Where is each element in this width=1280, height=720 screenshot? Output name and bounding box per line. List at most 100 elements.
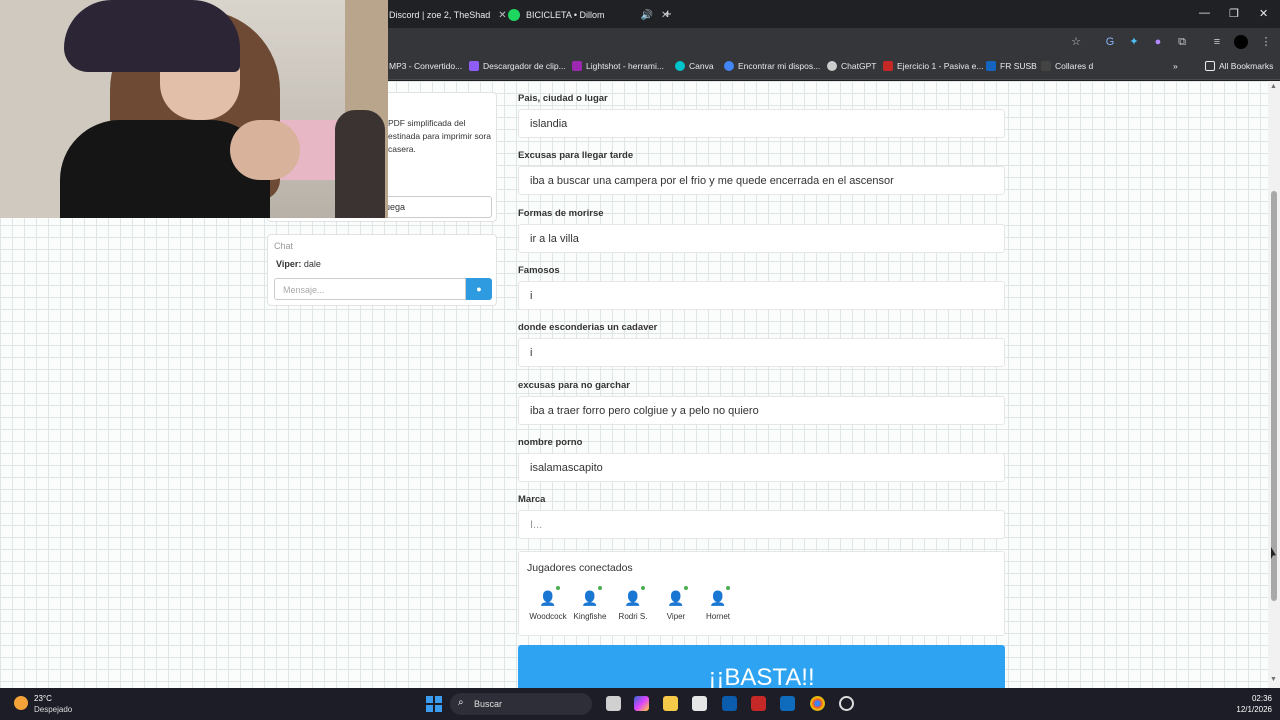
dell-icon[interactable] bbox=[722, 696, 737, 711]
bookmark-icon bbox=[469, 61, 479, 71]
basta-button[interactable]: ¡¡BASTA!! bbox=[518, 645, 1005, 688]
chat-input[interactable]: Mensaje... bbox=[274, 278, 466, 300]
search-label: Buscar bbox=[474, 699, 503, 709]
user-icon: 👤 bbox=[538, 586, 560, 608]
weather-icon[interactable] bbox=[14, 696, 28, 710]
store-icon[interactable] bbox=[692, 696, 707, 711]
close-icon[interactable]: ✕ bbox=[498, 10, 506, 21]
spotify-icon bbox=[508, 9, 520, 21]
online-indicator bbox=[556, 586, 560, 590]
user-icon: 👤 bbox=[666, 586, 688, 608]
user-icon: 👤 bbox=[708, 586, 730, 608]
player: 👤 Woodcock bbox=[526, 586, 570, 621]
bookmark-item[interactable]: Ejercicio 1 - Pasiva e... bbox=[883, 61, 983, 71]
bookmark-item[interactable]: ChatGPT bbox=[827, 61, 876, 71]
translate-icon[interactable]: G bbox=[1103, 35, 1117, 49]
bookmark-item[interactable]: Encontrar mi dispos... bbox=[724, 61, 820, 71]
bookmarks-overflow-icon[interactable]: » bbox=[1173, 61, 1178, 71]
field-input[interactable]: i bbox=[518, 338, 1005, 367]
chat-panel: Chat Viper: dale Mensaje... ● bbox=[267, 234, 497, 306]
field-input[interactable]: i bbox=[518, 281, 1005, 310]
player-name: Kingfishe bbox=[573, 612, 607, 621]
scroll-down-icon[interactable]: ▼ bbox=[1270, 676, 1277, 683]
extension-icon[interactable]: ✦ bbox=[1127, 35, 1141, 49]
bookmark-icon bbox=[883, 61, 893, 71]
file-explorer-icon[interactable] bbox=[663, 696, 678, 711]
player-name: Viper bbox=[666, 612, 686, 621]
task-view-icon[interactable] bbox=[606, 696, 621, 711]
scroll-thumb[interactable] bbox=[1271, 191, 1277, 601]
send-button[interactable]: ● bbox=[466, 278, 492, 300]
field-label: Formas de morirse bbox=[518, 208, 604, 219]
windows-start-icon[interactable] bbox=[426, 696, 442, 712]
field-input[interactable]: iba a traer forro pero colgiue y a pelo … bbox=[518, 396, 1005, 425]
chat-bubble-icon: ● bbox=[476, 284, 482, 294]
bookmark-item[interactable]: Collares d bbox=[1041, 61, 1093, 71]
player: 👤 Rodri S. bbox=[611, 586, 655, 621]
settings-icon[interactable] bbox=[839, 696, 854, 711]
page-scrollbar[interactable]: ▲ ▼ bbox=[1268, 81, 1280, 688]
bookmark-item[interactable]: Lightshot - herrami... bbox=[572, 61, 664, 71]
bookmark-label: FR SUSB bbox=[1000, 61, 1037, 71]
star-icon[interactable]: ☆ bbox=[1069, 35, 1083, 49]
webcam-cap bbox=[64, 0, 240, 72]
bookmark-label: Encontrar mi dispos... bbox=[738, 61, 821, 71]
tab-label: Discord | zoe 2, TheShad bbox=[389, 10, 491, 20]
mcafee-icon[interactable] bbox=[751, 696, 766, 711]
speaker-icon[interactable]: 🔊 bbox=[641, 10, 653, 21]
bookmark-item[interactable]: Canva bbox=[675, 61, 714, 71]
scroll-up-icon[interactable]: ▲ bbox=[1270, 83, 1277, 90]
weather-temperature: 23°C bbox=[34, 694, 52, 703]
all-bookmarks-button[interactable]: All Bookmarks bbox=[1205, 61, 1273, 71]
bookmark-label: Collares d bbox=[1055, 61, 1094, 71]
field-label: Famosos bbox=[518, 265, 560, 276]
bookmark-item[interactable]: FR SUSB bbox=[986, 61, 1037, 71]
outlook-icon[interactable] bbox=[780, 696, 795, 711]
field-input[interactable]: I... bbox=[518, 510, 1005, 539]
clock-date: 12/1/2026 bbox=[1236, 705, 1272, 714]
join-input[interactable]: juega bbox=[378, 196, 492, 218]
player-name: Woodcock bbox=[529, 612, 567, 621]
chat-text: dale bbox=[303, 259, 321, 269]
players-title: Jugadores conectados bbox=[527, 562, 633, 574]
field-label: donde esconderias un cadaver bbox=[518, 322, 658, 333]
bookmark-icon bbox=[724, 61, 734, 71]
taskbar-search[interactable]: ⌕ Buscar bbox=[450, 693, 592, 715]
bookmark-label: Ejercicio 1 - Pasiva e... bbox=[897, 61, 984, 71]
field-input[interactable]: isalamascapito bbox=[518, 453, 1005, 482]
field-input[interactable]: iba a buscar una campera por el frio y m… bbox=[518, 166, 1005, 195]
game-description: PDF simplificada del estinada para impri… bbox=[388, 118, 491, 154]
bookmark-item[interactable]: MP3 - Convertido... bbox=[389, 61, 462, 71]
online-indicator bbox=[598, 586, 602, 590]
bookmark-label: Descargador de clip... bbox=[483, 61, 566, 71]
online-indicator bbox=[726, 586, 730, 590]
chat-message: Viper: dale bbox=[276, 259, 321, 269]
close-window-icon[interactable]: ✕ bbox=[1259, 7, 1268, 20]
folder-icon bbox=[1205, 61, 1215, 71]
minimize-icon[interactable]: — bbox=[1199, 7, 1210, 19]
field-label: Marca bbox=[518, 494, 546, 505]
bookmark-icon bbox=[827, 61, 837, 71]
tab-label: BICICLETA • Dillom bbox=[526, 10, 605, 20]
tab-bicicleta[interactable]: BICICLETA • Dillom 🔊 ✕ bbox=[508, 4, 669, 26]
puzzle-icon[interactable]: ⧉ bbox=[1175, 35, 1189, 49]
online-indicator bbox=[641, 586, 645, 590]
user-icon: 👤 bbox=[580, 586, 602, 608]
extension-icon[interactable]: ● bbox=[1151, 35, 1165, 49]
media-icon[interactable]: ≡ bbox=[1210, 35, 1224, 49]
menu-icon[interactable]: ⋮ bbox=[1259, 35, 1273, 49]
field-label: Excusas para llegar tarde bbox=[518, 150, 634, 161]
restore-icon[interactable]: ❐ bbox=[1229, 7, 1239, 20]
tab-discord[interactable]: Discord | zoe 2, TheShad ✕ bbox=[389, 4, 507, 26]
clock-time: 02:36 bbox=[1251, 694, 1272, 703]
field-input[interactable]: ir a la villa bbox=[518, 224, 1005, 253]
copilot-icon[interactable] bbox=[634, 696, 649, 711]
bookmark-label: Lightshot - herrami... bbox=[586, 61, 664, 71]
field-input[interactable]: islandia bbox=[518, 109, 1005, 138]
new-tab-button[interactable]: + bbox=[664, 6, 672, 21]
chrome-icon[interactable] bbox=[810, 696, 825, 711]
bookmark-item[interactable]: Descargador de clip... bbox=[469, 61, 566, 71]
field-label: nombre porno bbox=[518, 437, 583, 448]
avatar[interactable] bbox=[1234, 35, 1248, 49]
chat-title: Chat bbox=[274, 241, 294, 251]
